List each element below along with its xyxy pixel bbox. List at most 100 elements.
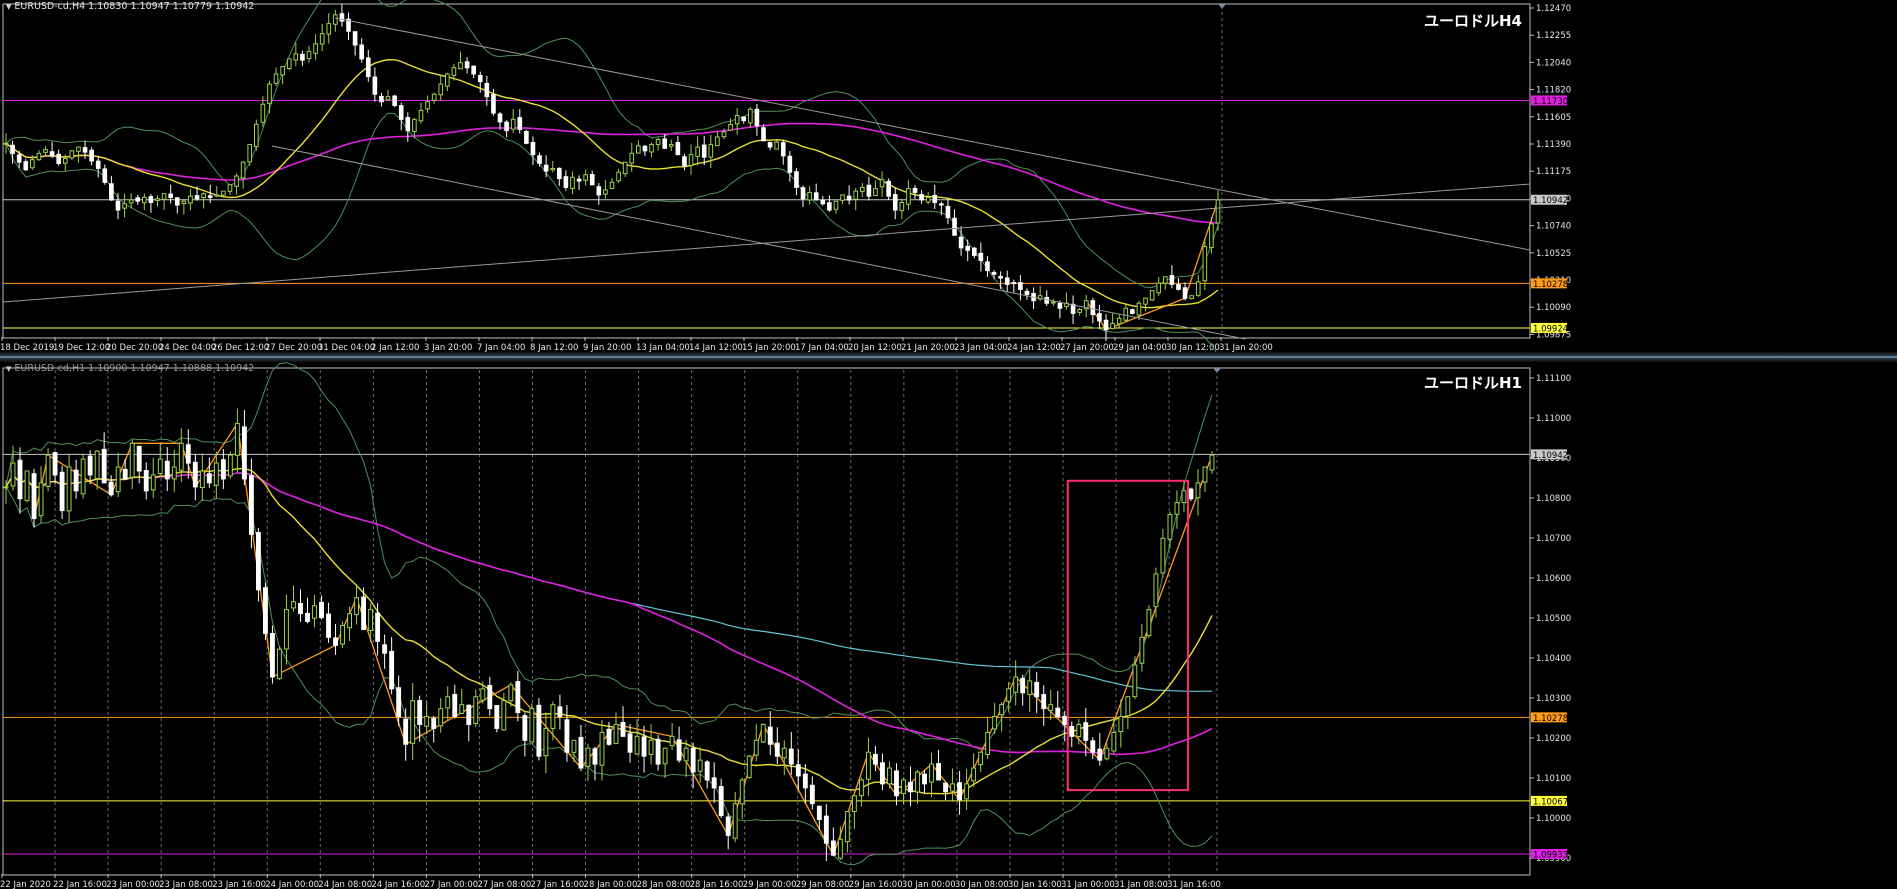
x-tick-label: 28 Jan 08:00 (637, 880, 691, 889)
x-tick-label: 22 Jan 2020 (0, 880, 51, 889)
candle-body (563, 176, 569, 188)
candle-body (194, 195, 200, 200)
x-tick-label: 29 Jan 08:00 (796, 880, 850, 889)
x-tick-label: 27 Jan 20:00 (1060, 343, 1114, 352)
candle-body (978, 252, 984, 261)
candle-body (1048, 704, 1054, 711)
candle-body (1011, 282, 1017, 285)
candle-body (1136, 302, 1142, 316)
candle-body (255, 532, 261, 591)
candle-body (221, 190, 226, 196)
candle-body (734, 115, 740, 125)
y-tick-label: 1.10090 (1536, 303, 1571, 313)
candle-body (352, 31, 358, 46)
candle-body (1202, 466, 1208, 483)
candle-body (1013, 676, 1019, 693)
candle-body (576, 178, 582, 182)
candle-body (270, 632, 275, 678)
candle-body (899, 201, 905, 212)
candle-body (412, 118, 417, 132)
candle-body (998, 275, 1003, 279)
candle-body (300, 53, 305, 61)
candle-body (135, 197, 141, 202)
candle-body (1146, 609, 1152, 637)
candle-body (522, 715, 528, 741)
candle-body (30, 159, 35, 169)
candle-body (122, 203, 127, 209)
h4-chart-canvas[interactable]: 1.12470 1.12255 1.12040 1.11820 1.11605 1.113… (0, 0, 1897, 352)
candle-body (82, 147, 88, 153)
candle-body (711, 777, 717, 789)
candle-body (293, 53, 299, 61)
x-tick-label: 17 Jan 04:00 (795, 343, 849, 352)
candle-body (578, 736, 584, 769)
candle-body (739, 779, 745, 805)
candle-body (129, 442, 135, 478)
candle-body (879, 179, 885, 188)
candle-body (530, 142, 536, 156)
candle-body (109, 183, 114, 201)
candle-body (1125, 696, 1131, 717)
candle-body (168, 193, 173, 198)
candle-body (451, 67, 457, 76)
candle-body (543, 727, 549, 757)
price-tag-label: 1.10278 (1533, 280, 1568, 290)
candle-body (557, 706, 563, 718)
h1-chart-canvas[interactable]: 1.111001.110001.109001.108001.107001.106… (0, 362, 1897, 889)
candle-body (690, 748, 696, 773)
candle-body (613, 723, 619, 745)
candle-body (56, 153, 62, 164)
x-tick-label: 24 Jan 16:00 (371, 880, 425, 889)
candle-body (487, 684, 493, 710)
pane-separator[interactable] (0, 352, 1897, 362)
candle-body (240, 161, 246, 179)
candle-body (1160, 537, 1166, 574)
candle-body (892, 194, 898, 211)
candle-body (1149, 290, 1155, 301)
candle-body (589, 174, 595, 186)
candle-body (536, 704, 542, 757)
candle-body (326, 613, 331, 638)
candle-body (1070, 303, 1076, 314)
candle-body (936, 763, 941, 781)
candle-body (396, 687, 402, 718)
candle-body (627, 733, 633, 753)
h1-symbol-text: EURUSD-cd,H1 1.10900 1.10947 1.10888 1.1… (14, 363, 255, 374)
collapse-triangle-icon[interactable]: ▼ (6, 365, 11, 373)
x-tick-label: 20 Jan 12:00 (848, 343, 902, 352)
candle-body (36, 152, 42, 161)
candle-body (971, 767, 977, 782)
x-tick-label: 20 Dec 20:00 (106, 343, 163, 352)
h4-chart-pane[interactable]: 1.12470 1.12255 1.12040 1.11820 1.11605 1.113… (0, 0, 1897, 352)
collapse-triangle-icon[interactable]: ▼ (6, 3, 11, 11)
candle-body (248, 475, 254, 535)
y-tick-label: 1.10800 (1536, 494, 1571, 504)
candle-body (253, 123, 259, 148)
candle-body (599, 731, 605, 766)
candle-body (431, 717, 437, 729)
candle-body (682, 156, 687, 167)
candle-body (49, 151, 55, 157)
h1-chart-pane[interactable]: 1.111001.110001.109001.108001.107001.106… (0, 362, 1897, 889)
candle-body (649, 144, 654, 153)
y-tick-label: 1.10600 (1536, 574, 1571, 584)
candle-body (201, 193, 206, 198)
candle-body (16, 154, 22, 163)
candle-body (464, 61, 470, 69)
x-tick-label: 30 Jan 00:00 (902, 880, 956, 889)
candle-body (1209, 454, 1215, 471)
trend-line (334, 17, 1531, 251)
y-tick-label: 1.10100 (1536, 774, 1571, 784)
candle-body (1057, 302, 1063, 309)
candle-body (964, 783, 970, 800)
candle-body (866, 751, 871, 780)
candle-body (354, 597, 360, 616)
candle-body (915, 771, 920, 793)
candle-body (466, 704, 472, 725)
x-tick-label: 14 Jan 12:00 (689, 343, 743, 352)
candle-body (458, 62, 463, 70)
candle-body (38, 482, 44, 517)
candle-body (675, 141, 681, 156)
candle-body (641, 736, 647, 757)
candle-body (263, 587, 268, 634)
